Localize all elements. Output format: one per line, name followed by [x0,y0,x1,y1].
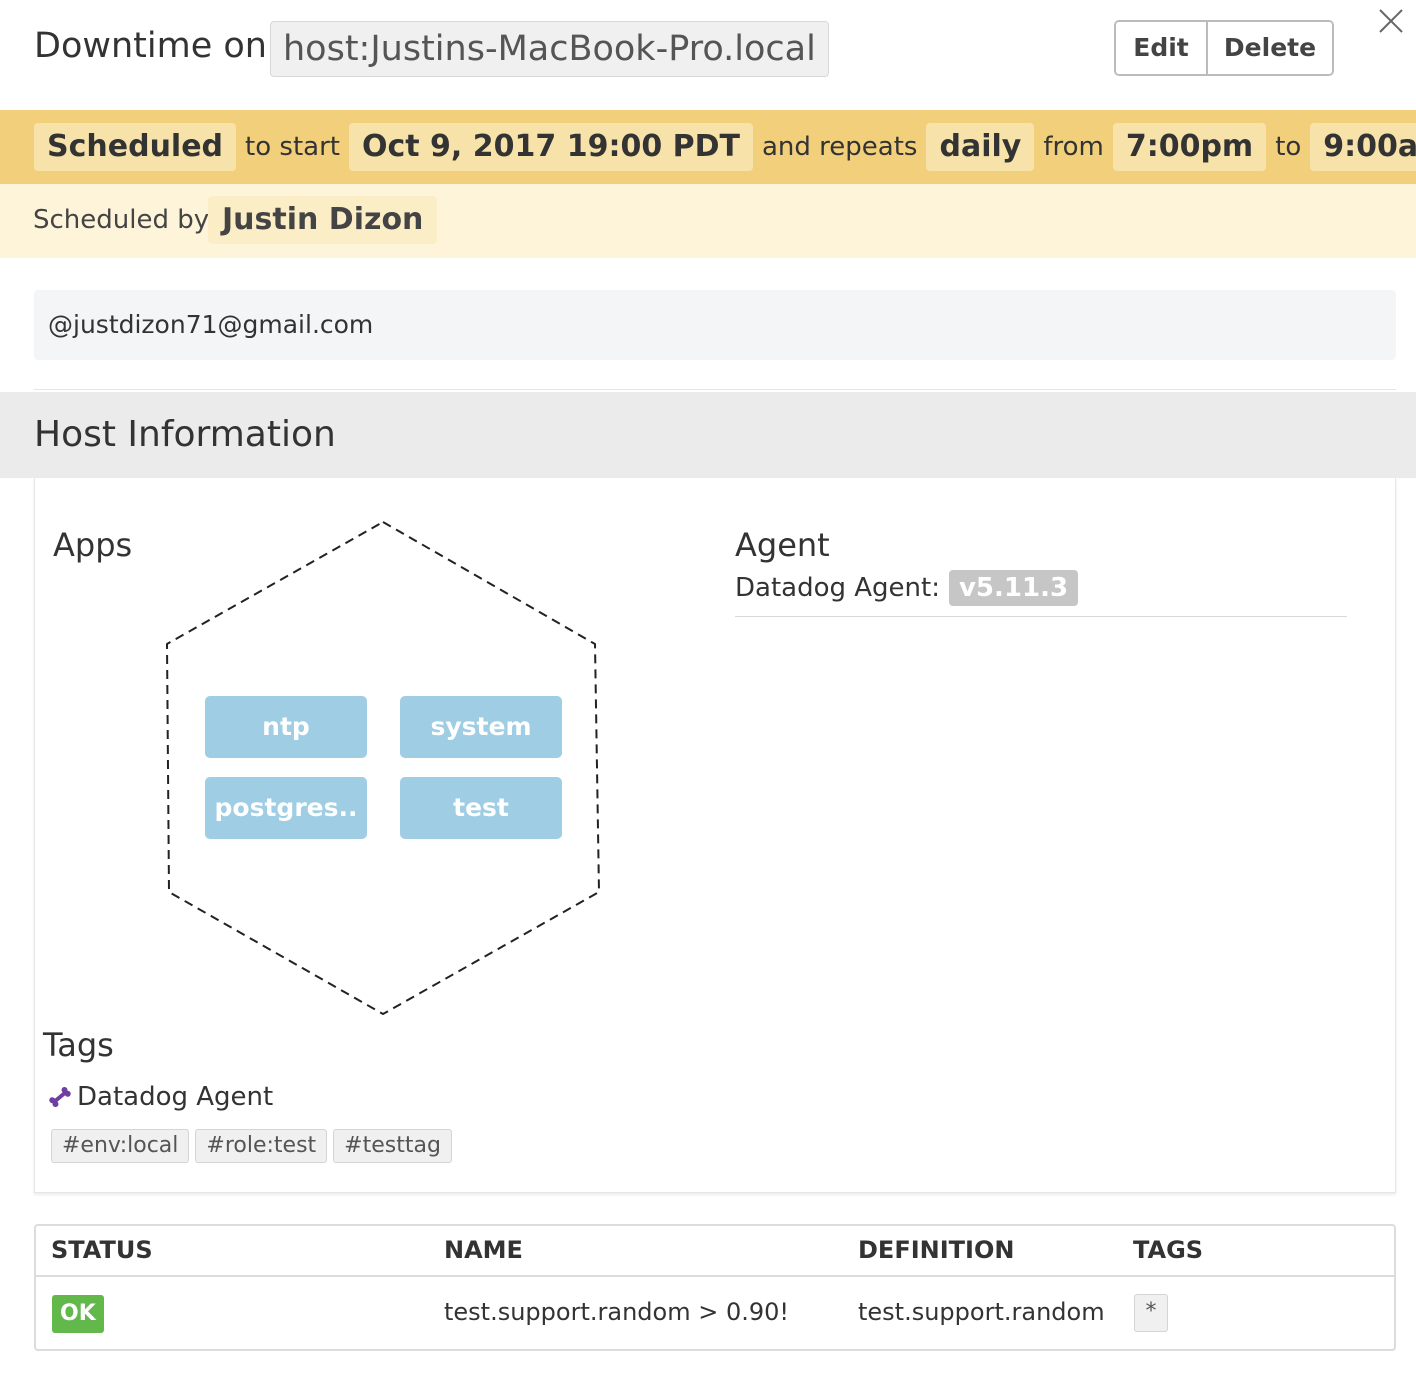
agent-version-badge: v5.11.3 [948,570,1079,606]
apps-hexagon [166,521,600,1015]
app-tile-test[interactable]: test [400,777,562,839]
schedule-summary: Scheduled to start Oct 9, 2017 19:00 PDT… [34,122,1416,172]
monitors-table: STATUS NAME DEFINITION TAGS OK test.supp… [34,1224,1396,1351]
tag-source-name: Datadog Agent [77,1082,274,1112]
app-tile-system[interactable]: system [400,696,562,758]
agent-info: Datadog Agent: v5.11.3 [735,570,1079,606]
host-information-panel: Apps ntp system postgres.. test Agent Da… [34,478,1396,1193]
column-header-name[interactable]: NAME [444,1236,523,1264]
schedule-connector: to [1275,132,1302,162]
tag-pill[interactable]: #env:local [51,1129,190,1163]
app-tile-ntp[interactable]: ntp [205,696,367,758]
host-information-header: Host Information [0,392,1416,478]
column-header-status[interactable]: STATUS [51,1236,153,1264]
edit-button[interactable]: Edit [1116,22,1208,74]
agent-name: Datadog Agent: [735,573,940,603]
to-time-badge: 9:00am [1310,123,1416,171]
tag-pill[interactable]: #role:test [195,1129,328,1163]
scheduled-by-bar: Scheduled by Justin Dizon [0,184,1416,258]
from-time-badge: 7:00pm [1112,123,1267,171]
divider [34,389,1396,390]
scheduled-by-label: Scheduled by [33,205,210,235]
downtime-header: Downtime on host:Justins-MacBook-Pro.loc… [0,0,1416,110]
schedule-connector: to start [245,132,340,162]
monitor-definition: test.support.random [858,1298,1105,1326]
close-icon[interactable] [1376,6,1406,36]
action-button-group: Edit Delete [1114,20,1334,76]
status-badge: Scheduled [34,123,237,171]
agent-divider [735,616,1347,617]
agent-heading: Agent [735,526,830,564]
status-badge-ok: OK [52,1295,104,1333]
app-tile-postgres[interactable]: postgres.. [205,777,367,839]
tag-pill[interactable]: #testtag [333,1129,452,1163]
header-divider [36,1275,1394,1277]
bone-icon [49,1086,71,1108]
column-header-definition[interactable]: DEFINITION [858,1236,1014,1264]
scheduled-by-user: Justin Dizon [208,196,438,244]
monitor-tag-pill[interactable]: * [1134,1294,1168,1332]
schedule-bar: Scheduled to start Oct 9, 2017 19:00 PDT… [0,110,1416,184]
column-header-tags[interactable]: TAGS [1133,1236,1203,1264]
tag-list: #env:local #role:test #testtag [51,1129,452,1163]
scope-badge: host:Justins-MacBook-Pro.local [270,21,829,77]
tag-source: Datadog Agent [47,1082,273,1112]
schedule-connector: from [1043,132,1104,162]
page-title: Downtime on [34,26,267,66]
start-time-badge: Oct 9, 2017 19:00 PDT [348,123,753,171]
apps-heading: Apps [53,526,133,564]
delete-button[interactable]: Delete [1208,22,1332,74]
frequency-badge: daily [926,123,1035,171]
tags-heading: Tags [43,1026,114,1064]
schedule-connector: and repeats [762,132,918,162]
monitor-name-link[interactable]: test.support.random > 0.90! [444,1298,789,1326]
downtime-message: @justdizon71@gmail.com [34,290,1396,360]
section-title: Host Information [34,414,336,455]
